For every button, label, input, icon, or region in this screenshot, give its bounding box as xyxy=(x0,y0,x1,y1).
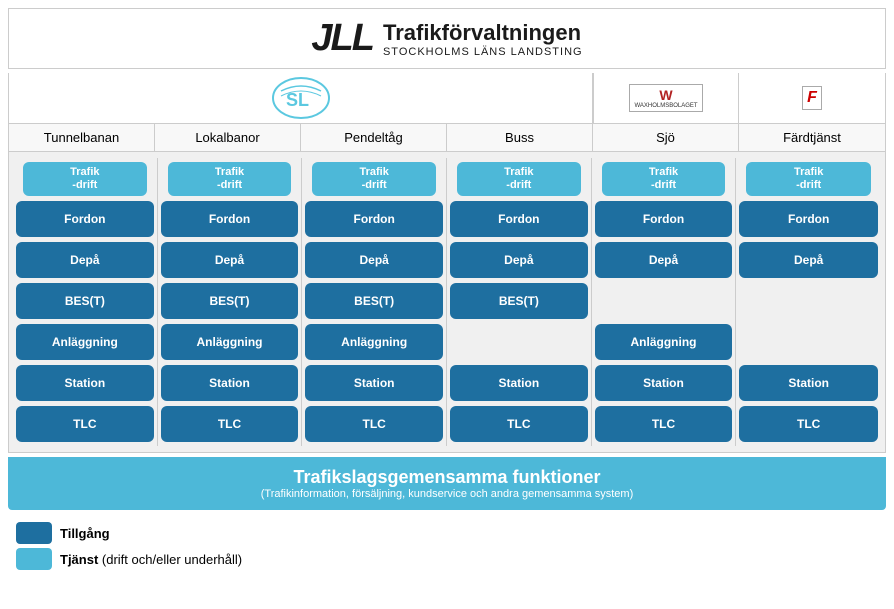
fardtjanst-logo-cell: F xyxy=(739,73,885,123)
grid-btn-pendeltag-Fordon[interactable]: Fordon xyxy=(305,201,443,237)
waxholm-logo-cell: W WAXHOLMSBOLAGET xyxy=(593,73,739,123)
grid-btn-tunnelbanan-Station[interactable]: Station xyxy=(16,365,154,401)
grid-btn-buss-Station[interactable]: Station xyxy=(450,365,588,401)
grid-col-pendeltag: Trafik -drift Fordon Depå BES(T) Anläggning S… xyxy=(302,158,447,446)
grid-empty-cell xyxy=(595,283,733,319)
bottom-bar-subtitle: (Trafikinformation, försäljning, kundser… xyxy=(18,488,876,500)
col-header-fardtjanst: Färdtjänst xyxy=(739,124,885,151)
grid-btn-pendeltag-Anlggning[interactable]: Anläggning xyxy=(305,324,443,360)
logo-title: Trafikförvaltningen xyxy=(383,20,583,46)
legend-tjanst-label: Tjänst (drift och/eller underhåll) xyxy=(60,552,242,567)
grid-btn-fardtjanst-TLC[interactable]: TLC xyxy=(739,406,878,442)
legend-light-box xyxy=(16,548,52,570)
grid-btn-lokalbanor-TLC[interactable]: TLC xyxy=(161,406,299,442)
header: JLL Trafikförvaltningen STOCKHOLMS LÄNS … xyxy=(8,8,886,69)
col-header-tunnelbanan: Tunnelbanan xyxy=(9,124,155,151)
bottom-bar-title: Trafikslagsgemensamma funktioner xyxy=(18,467,876,488)
legend-tillgang-label: Tillgång xyxy=(60,526,110,541)
logo-text: Trafikförvaltningen STOCKHOLMS LÄNS LAND… xyxy=(383,20,583,58)
main-grid: Trafik -driftFordonDepåBES(T)AnläggningS… xyxy=(8,151,886,453)
waxholm-w-letter: W xyxy=(659,87,672,103)
grid-btn-sjo-TLC[interactable]: TLC xyxy=(595,406,733,442)
col-header-buss: Buss xyxy=(447,124,593,151)
legend: Tillgång Tjänst (drift och/eller underhå… xyxy=(8,522,886,570)
grid-btn-buss-Fordon[interactable]: Fordon xyxy=(450,201,588,237)
grid-btn-sjo-Dep[interactable]: Depå xyxy=(595,242,733,278)
grid-btn-buss-TLC[interactable]: TLC xyxy=(450,406,588,442)
grid-btn-pendeltag-Trafikdrift[interactable]: Trafik -drift xyxy=(312,162,436,196)
grid-empty-cell xyxy=(739,283,878,319)
column-headers: Tunnelbanan Lokalbanor Pendeltåg Buss Sj… xyxy=(8,123,886,151)
grid-btn-lokalbanor-Trafikdrift[interactable]: Trafik -drift xyxy=(168,162,292,196)
waxholm-logo-icon: W WAXHOLMSBOLAGET xyxy=(629,84,702,112)
grid-btn-sjo-Fordon[interactable]: Fordon xyxy=(595,201,733,237)
grid-btn-buss-Trafikdrift[interactable]: Trafik -drift xyxy=(457,162,581,196)
bottom-bar: Trafikslagsgemensamma funktioner (Trafik… xyxy=(8,457,886,510)
col-header-sjo: Sjö xyxy=(593,124,739,151)
col-header-lokalbanor: Lokalbanor xyxy=(155,124,301,151)
grid-col-sjo: Trafik -drift Fordon Depå Anläggning Station… xyxy=(592,158,737,446)
grid-btn-fardtjanst-Station[interactable]: Station xyxy=(739,365,878,401)
legend-tjanst-normal: (drift och/eller underhåll) xyxy=(98,552,242,567)
grid-btn-lokalbanor-Fordon[interactable]: Fordon xyxy=(161,201,299,237)
col-header-pendeltag: Pendeltåg xyxy=(301,124,447,151)
grid-empty-cell xyxy=(450,324,588,360)
grid-btn-lokalbanor-Station[interactable]: Station xyxy=(161,365,299,401)
fardtjanst-logo-icon: F xyxy=(802,86,822,110)
grid-btn-tunnelbanan-Dep[interactable]: Depå xyxy=(16,242,154,278)
legend-dark-box xyxy=(16,522,52,544)
sl-logo-icon: SL xyxy=(271,76,331,121)
grid-empty-cell xyxy=(739,324,878,360)
grid-btn-tunnelbanan-Anlggning[interactable]: Anläggning xyxy=(16,324,154,360)
grid-btn-tunnelbanan-Trafikdrift[interactable]: Trafik -drift xyxy=(23,162,147,196)
grid-btn-sjo-Anlggning[interactable]: Anläggning xyxy=(595,324,733,360)
grid-btn-buss-BEST[interactable]: BES(T) xyxy=(450,283,588,319)
legend-item-tjanst: Tjänst (drift och/eller underhåll) xyxy=(16,548,886,570)
grid-btn-pendeltag-Station[interactable]: Station xyxy=(305,365,443,401)
sl-logo-cell: SL xyxy=(9,73,593,123)
grid-btn-lokalbanor-Dep[interactable]: Depå xyxy=(161,242,299,278)
grid-btn-tunnelbanan-Fordon[interactable]: Fordon xyxy=(16,201,154,237)
grid-btn-pendeltag-TLC[interactable]: TLC xyxy=(305,406,443,442)
grid-btn-pendeltag-Dep[interactable]: Depå xyxy=(305,242,443,278)
grid-col-tunnelbanan: Trafik -drift Fordon Depå BES(T) Anläggning S… xyxy=(13,158,158,446)
grid-col-fardtjanst: Trafik -drift Fordon Depå Station TLC xyxy=(736,158,881,446)
grid-btn-fardtjanst-Dep[interactable]: Depå xyxy=(739,242,878,278)
grid-col-lokalbanor: Trafik -drift Fordon Depå BES(T) Anläggning S… xyxy=(158,158,303,446)
grid-btn-pendeltag-BEST[interactable]: BES(T) xyxy=(305,283,443,319)
grid-btn-fardtjanst-Fordon[interactable]: Fordon xyxy=(739,201,878,237)
logo-subtitle: STOCKHOLMS LÄNS LANDSTING xyxy=(383,46,583,58)
logo-jl-icon: JLL xyxy=(311,17,373,60)
fardtjanst-letter: F xyxy=(807,89,817,107)
waxholm-label: WAXHOLMSBOLAGET xyxy=(634,103,697,109)
legend-tjanst-bold: Tjänst xyxy=(60,552,98,567)
legend-item-tillgang: Tillgång xyxy=(16,522,886,544)
sub-header-logos: SL W WAXHOLMSBOLAGET F xyxy=(8,73,886,123)
grid-btn-tunnelbanan-TLC[interactable]: TLC xyxy=(16,406,154,442)
page: JLL Trafikförvaltningen STOCKHOLMS LÄNS … xyxy=(0,0,894,578)
grid-btn-fardtjanst-Trafikdrift[interactable]: Trafik -drift xyxy=(746,162,871,196)
grid-btn-lokalbanor-Anlggning[interactable]: Anläggning xyxy=(161,324,299,360)
grid-btn-buss-Dep[interactable]: Depå xyxy=(450,242,588,278)
grid-btn-sjo-Trafikdrift[interactable]: Trafik -drift xyxy=(602,162,726,196)
grid-col-buss: Trafik -drift Fordon Depå BES(T) Station TLC xyxy=(447,158,592,446)
grid-btn-tunnelbanan-BEST[interactable]: BES(T) xyxy=(16,283,154,319)
grid-btn-sjo-Station[interactable]: Station xyxy=(595,365,733,401)
grid-btn-lokalbanor-BEST[interactable]: BES(T) xyxy=(161,283,299,319)
